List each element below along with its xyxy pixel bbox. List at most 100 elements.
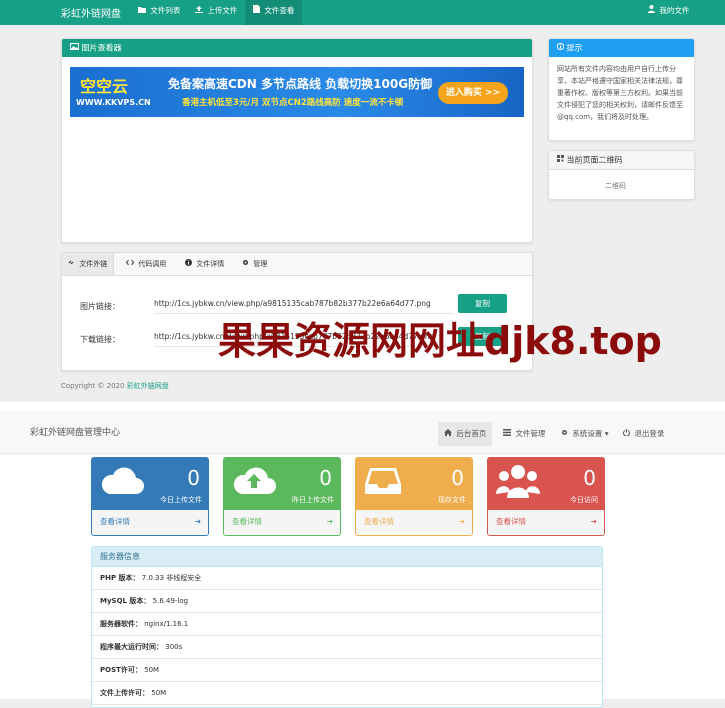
- panel-title: 提示: [566, 43, 583, 53]
- arrow-circle-icon: ➔: [194, 517, 201, 526]
- image-link-label: 图片链接：: [80, 302, 120, 311]
- top-navbar: 彩虹外链网盘 文件列表 上传文件 文件查看 我的文件: [0, 0, 725, 25]
- stat-card-today-uploads: 0 今日上传文件 查看详情 ➔: [91, 457, 209, 536]
- tab-bar: 文件外链 代码调用 文件详情 管理: [62, 253, 532, 276]
- arrow-circle-icon: ➔: [458, 517, 465, 526]
- qrcode-icon: [557, 151, 564, 169]
- arrow-circle-icon: ➔: [326, 517, 333, 526]
- nav-my-files[interactable]: 我的文件: [640, 0, 697, 25]
- card-label: 昨日上传文件: [292, 496, 334, 504]
- server-info-value: 5.6.49-log: [152, 597, 189, 605]
- server-info-title: 服务器信息: [92, 547, 602, 567]
- card-footer-label: 查看详情: [364, 517, 394, 526]
- inbox-icon: [364, 464, 402, 498]
- qr-panel: 当前页面二维码 二维码: [548, 150, 695, 200]
- users-icon: [496, 464, 540, 502]
- panel-header: 图片查看器: [62, 39, 532, 57]
- tab-details[interactable]: 文件详情: [179, 253, 230, 275]
- card-footer-link[interactable]: 查看详情 ➔: [356, 510, 472, 534]
- info-icon: [185, 253, 192, 275]
- download-link-label: 下载链接：: [80, 335, 120, 344]
- nav-label: 上传文件: [207, 6, 238, 15]
- card-header: 0 现存文件: [356, 458, 472, 510]
- site-brand[interactable]: 彩虹外链网盘: [61, 5, 121, 20]
- server-info-value: 50M: [144, 666, 160, 674]
- server-info-row: 文件上传许可： 50M: [92, 682, 602, 705]
- image-viewer-panel: 图片查看器 空空云 WWW.KKVPS.CN 免备案高速CDN 多节点路线 负载…: [61, 38, 533, 243]
- copyright-text: Copyright © 2020: [61, 382, 127, 390]
- card-header: 0 今日上传文件: [92, 458, 208, 510]
- stat-card-stored-files: 0 现存文件 查看详情 ➔: [355, 457, 473, 536]
- server-info-row: 服务器软件： nginx/1.16.1: [92, 613, 602, 636]
- admin-nav-logout[interactable]: 退出登录: [617, 422, 670, 446]
- tab-code[interactable]: 代码调用: [120, 253, 172, 275]
- server-info-row: PHP 版本： 7.0.33 非线程安全: [92, 567, 602, 590]
- nav-file-view[interactable]: 文件查看: [245, 0, 303, 25]
- card-footer-link[interactable]: 查看详情 ➔: [224, 510, 340, 534]
- nav-upload[interactable]: 上传文件: [187, 0, 245, 25]
- card-footer-label: 查看详情: [496, 517, 526, 526]
- watermark-text: 果果资源网网址djk8.top: [218, 319, 662, 363]
- admin-nav-files[interactable]: 文件管理: [497, 422, 551, 446]
- home-icon: [444, 422, 452, 446]
- admin-nav-label: 系统设置: [572, 429, 603, 438]
- admin-navbar: 彩虹外链网盘管理中心 后台首页 文件管理 系统设置 ▾ 退出登录: [0, 411, 725, 454]
- card-value: 0: [583, 466, 596, 490]
- card-value: 0: [187, 466, 200, 490]
- code-icon: [125, 253, 135, 275]
- nav-label: 文件列表: [150, 6, 181, 15]
- server-info-row: 程序最大运行时间： 300s: [92, 636, 602, 659]
- server-info-value: 300s: [165, 643, 183, 651]
- qrcode-image: 二维码: [605, 182, 626, 190]
- nav-label: 我的文件: [659, 6, 690, 15]
- tip-text: 网站所有文件内容均由用户自行上传分享，本站严格遵守国家相关法律法规，尊重著作权、…: [557, 65, 683, 121]
- banner-site: WWW.KKVPS.CN: [76, 98, 151, 107]
- gear-icon: [561, 422, 568, 446]
- info-circle-icon: [556, 39, 565, 57]
- tip-panel: 提示 网站所有文件内容均由用户自行上传分享，本站严格遵守国家相关法律法规，尊重著…: [548, 38, 695, 141]
- server-info-row: MySQL 版本： 5.6.49-log: [92, 590, 602, 613]
- link-icon: [68, 253, 75, 275]
- card-footer-link[interactable]: 查看详情 ➔: [488, 510, 604, 534]
- folder-icon: [138, 0, 146, 22]
- card-value: 0: [451, 466, 464, 490]
- card-footer-label: 查看详情: [232, 517, 262, 526]
- server-info-value: nginx/1.16.1: [144, 620, 189, 628]
- cloud-upload-icon: [232, 464, 276, 498]
- stat-card-yesterday-uploads: 0 昨日上传文件 查看详情 ➔: [223, 457, 341, 536]
- card-label: 今日访问: [570, 496, 598, 504]
- banner-buy-button[interactable]: 进入购买 >>: [438, 82, 508, 104]
- tab-file-link[interactable]: 文件外链: [62, 253, 115, 275]
- upload-icon: [195, 0, 203, 22]
- card-value: 0: [319, 466, 332, 490]
- admin-brand[interactable]: 彩虹外链网盘管理中心: [30, 425, 120, 438]
- ad-banner[interactable]: 空空云 WWW.KKVPS.CN 免备案高速CDN 多节点路线 负载切换100G…: [70, 67, 524, 117]
- panel-title: 图片查看器: [81, 43, 122, 53]
- nav-file-list[interactable]: 文件列表: [130, 0, 188, 25]
- admin-nav-label: 后台首页: [456, 429, 487, 438]
- admin-nav-settings[interactable]: 系统设置 ▾: [555, 422, 615, 446]
- panel-header: 当前页面二维码: [549, 151, 694, 170]
- server-info-key: 程序最大运行时间：: [100, 643, 163, 651]
- server-info-key: PHP 版本：: [100, 574, 140, 582]
- stat-card-today-visits: 0 今日访问 查看详情 ➔: [487, 457, 605, 536]
- server-info-key: POST许可：: [100, 666, 142, 674]
- arrow-circle-icon: ➔: [590, 517, 597, 526]
- server-info-row: POST许可： 50M: [92, 659, 602, 682]
- gear-icon: [242, 253, 249, 275]
- card-footer-link[interactable]: 查看详情 ➔: [92, 510, 208, 534]
- admin-nav-home[interactable]: 后台首页: [438, 422, 493, 446]
- tab-manage[interactable]: 管理: [236, 253, 273, 275]
- copyright-link[interactable]: 彩虹外链网盘: [127, 382, 169, 390]
- banner-headline: 免备案高速CDN 多节点路线 负载切换100G防御: [168, 77, 433, 91]
- file-icon: [253, 0, 260, 22]
- server-info-key: 服务器软件：: [100, 620, 142, 628]
- banner-logo: 空空云: [80, 77, 129, 96]
- server-info-value: 7.0.33 非线程安全: [141, 574, 202, 582]
- admin-nav-label: 文件管理: [515, 429, 546, 438]
- server-info-value: 50M: [151, 689, 167, 697]
- tab-label: 文件外链: [79, 260, 108, 268]
- power-icon: [623, 422, 630, 446]
- caret-down-icon: ▾: [604, 429, 609, 438]
- list-icon: [503, 422, 511, 446]
